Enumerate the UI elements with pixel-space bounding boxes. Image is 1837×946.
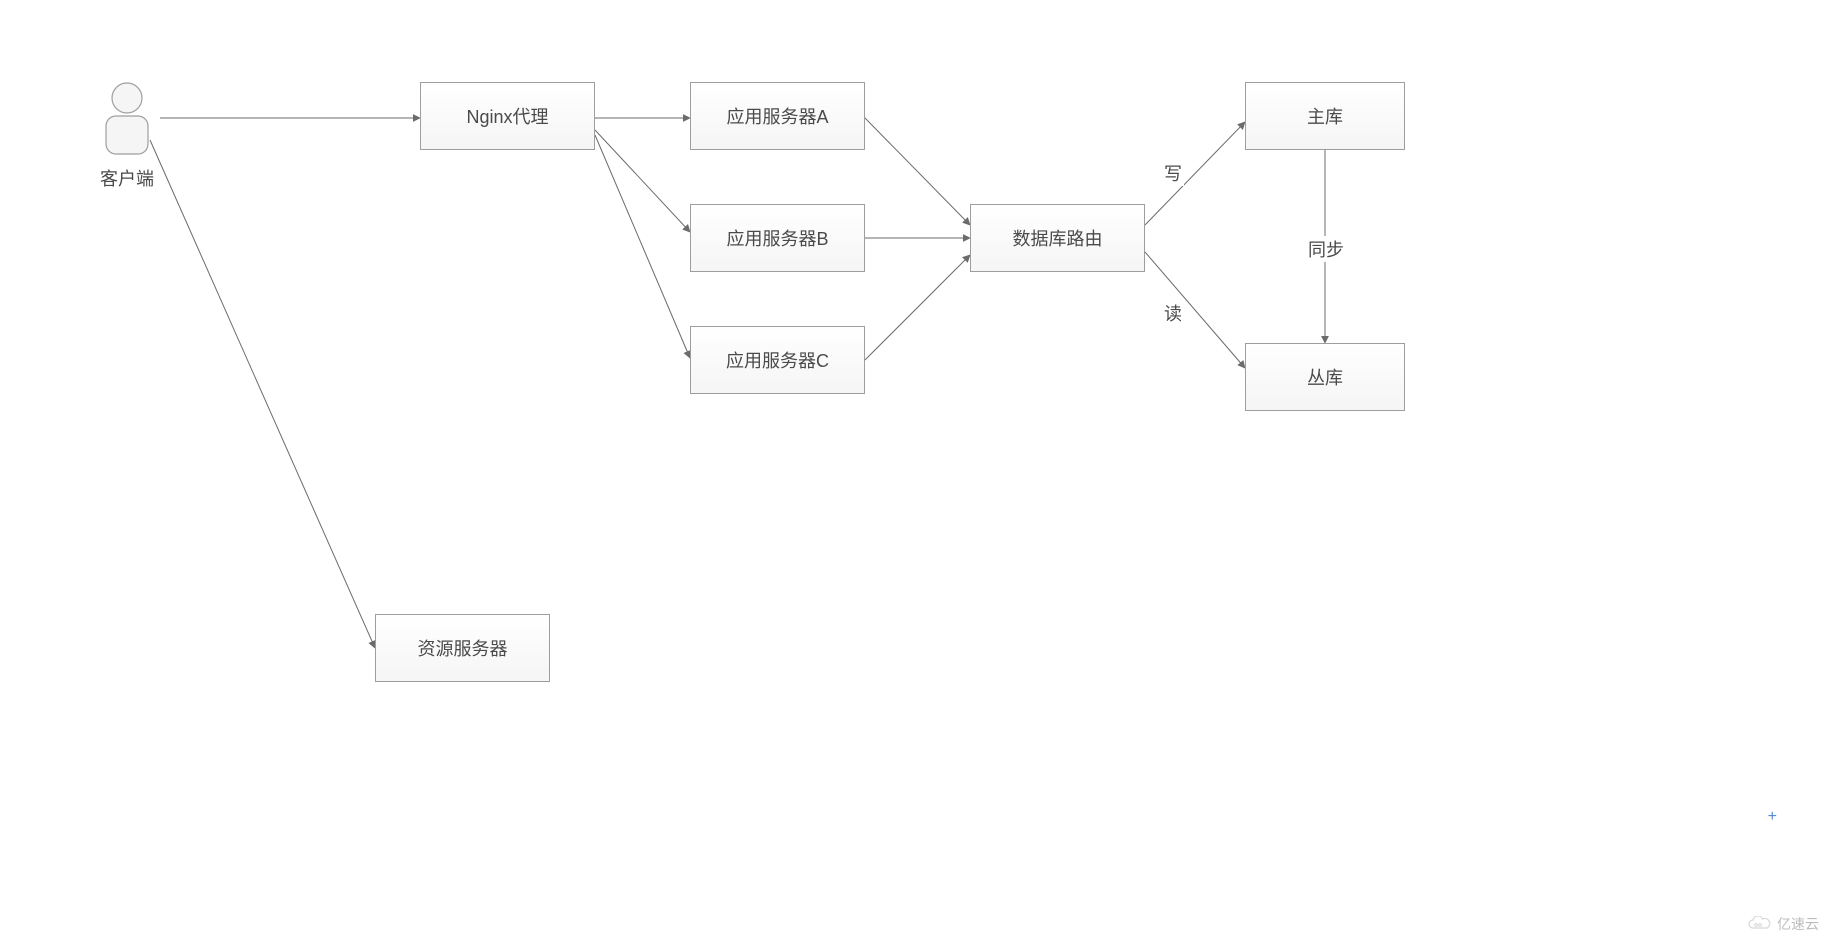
watermark-cloud-icon — [1747, 916, 1773, 932]
nginx-proxy-node: Nginx代理 — [420, 82, 595, 150]
sync-edge-label: 同步 — [1306, 236, 1346, 262]
db-router-label: 数据库路由 — [1013, 225, 1103, 251]
resource-server-label: 资源服务器 — [418, 635, 508, 661]
app-server-b-node: 应用服务器B — [690, 204, 865, 272]
watermark: 亿速云 — [1747, 914, 1819, 934]
diagram-edges — [0, 0, 1837, 946]
write-edge-label: 写 — [1162, 160, 1184, 186]
master-db-label: 主库 — [1307, 103, 1343, 129]
slave-db-node: 丛库 — [1245, 343, 1405, 411]
app-server-b-label: 应用服务器B — [726, 225, 828, 251]
client-actor-icon — [100, 80, 155, 165]
nginx-proxy-label: Nginx代理 — [466, 103, 548, 129]
app-server-c-node: 应用服务器C — [690, 326, 865, 394]
app-server-a-label: 应用服务器A — [726, 103, 828, 129]
db-router-node: 数据库路由 — [970, 204, 1145, 272]
watermark-text: 亿速云 — [1777, 914, 1819, 934]
master-db-node: 主库 — [1245, 82, 1405, 150]
resource-server-node: 资源服务器 — [375, 614, 550, 682]
slave-db-label: 丛库 — [1307, 364, 1343, 390]
canvas-add-handle-icon[interactable]: + — [1768, 808, 1777, 826]
app-server-c-label: 应用服务器C — [726, 347, 829, 373]
client-label: 客户端 — [100, 165, 154, 191]
app-server-a-node: 应用服务器A — [690, 82, 865, 150]
read-edge-label: 读 — [1162, 300, 1184, 326]
